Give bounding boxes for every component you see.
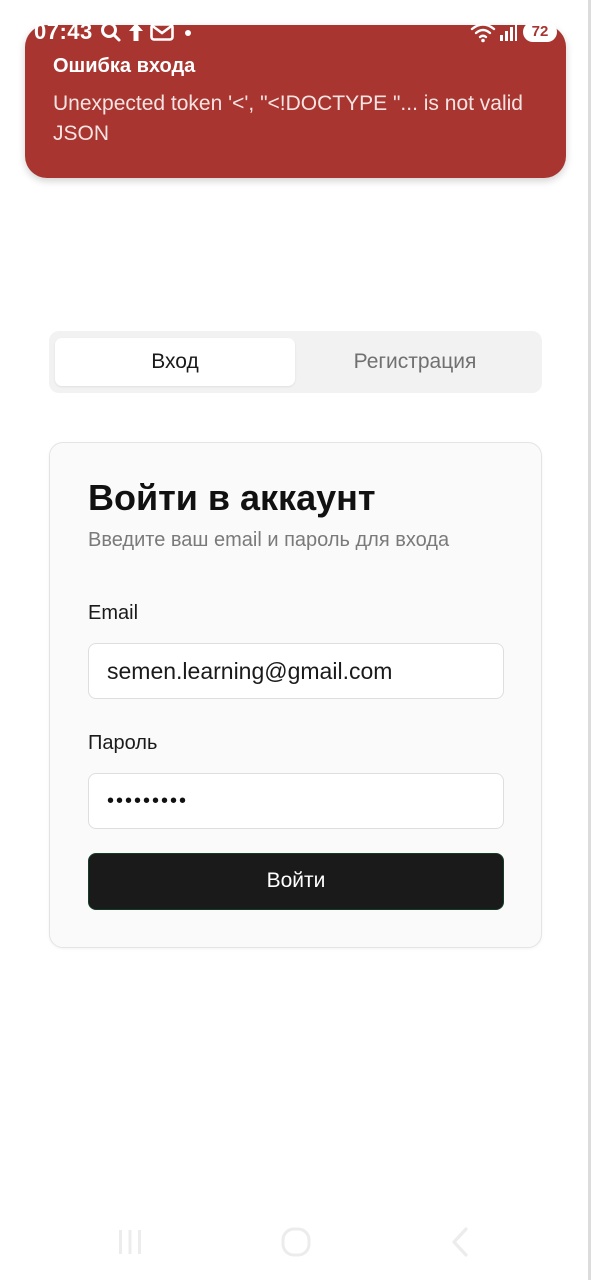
- recents-icon[interactable]: [114, 1222, 146, 1262]
- toast-message: Unexpected token '<', "<!DOCTYPE "... is…: [53, 92, 523, 145]
- password-field[interactable]: •••••••••: [88, 773, 504, 829]
- tab-register[interactable]: Регистрация: [295, 338, 535, 386]
- login-button[interactable]: Войти: [88, 853, 504, 910]
- email-label: Email: [88, 602, 139, 624]
- status-bar: 07:43 72: [0, 18, 591, 46]
- mail-icon: [150, 23, 174, 41]
- search-icon: [101, 22, 121, 42]
- login-card: Войти в аккаунт Введите ваш email и паро…: [49, 442, 542, 948]
- back-icon[interactable]: [444, 1222, 476, 1262]
- email-field[interactable]: [88, 643, 504, 699]
- password-label: Пароль: [88, 732, 158, 754]
- tab-login[interactable]: Вход: [55, 338, 295, 386]
- card-title: Войти в аккаунт: [88, 477, 376, 518]
- status-time: 07:43: [34, 19, 93, 44]
- auth-tabs: Вход Регистрация: [49, 331, 542, 393]
- signal-icon: [500, 23, 517, 41]
- upload-icon: [129, 23, 143, 41]
- dot-icon: [185, 30, 191, 36]
- home-icon[interactable]: [277, 1222, 315, 1262]
- wifi-icon: [470, 23, 496, 43]
- battery-icon: 72: [523, 22, 557, 42]
- error-toast[interactable]: Ошибка входа Unexpected token '<', "<!DO…: [25, 25, 566, 178]
- card-subtitle: Введите ваш email и пароль для входа: [88, 529, 450, 551]
- password-value: •••••••••: [107, 790, 189, 812]
- toast-title: Ошибка входа: [53, 55, 196, 77]
